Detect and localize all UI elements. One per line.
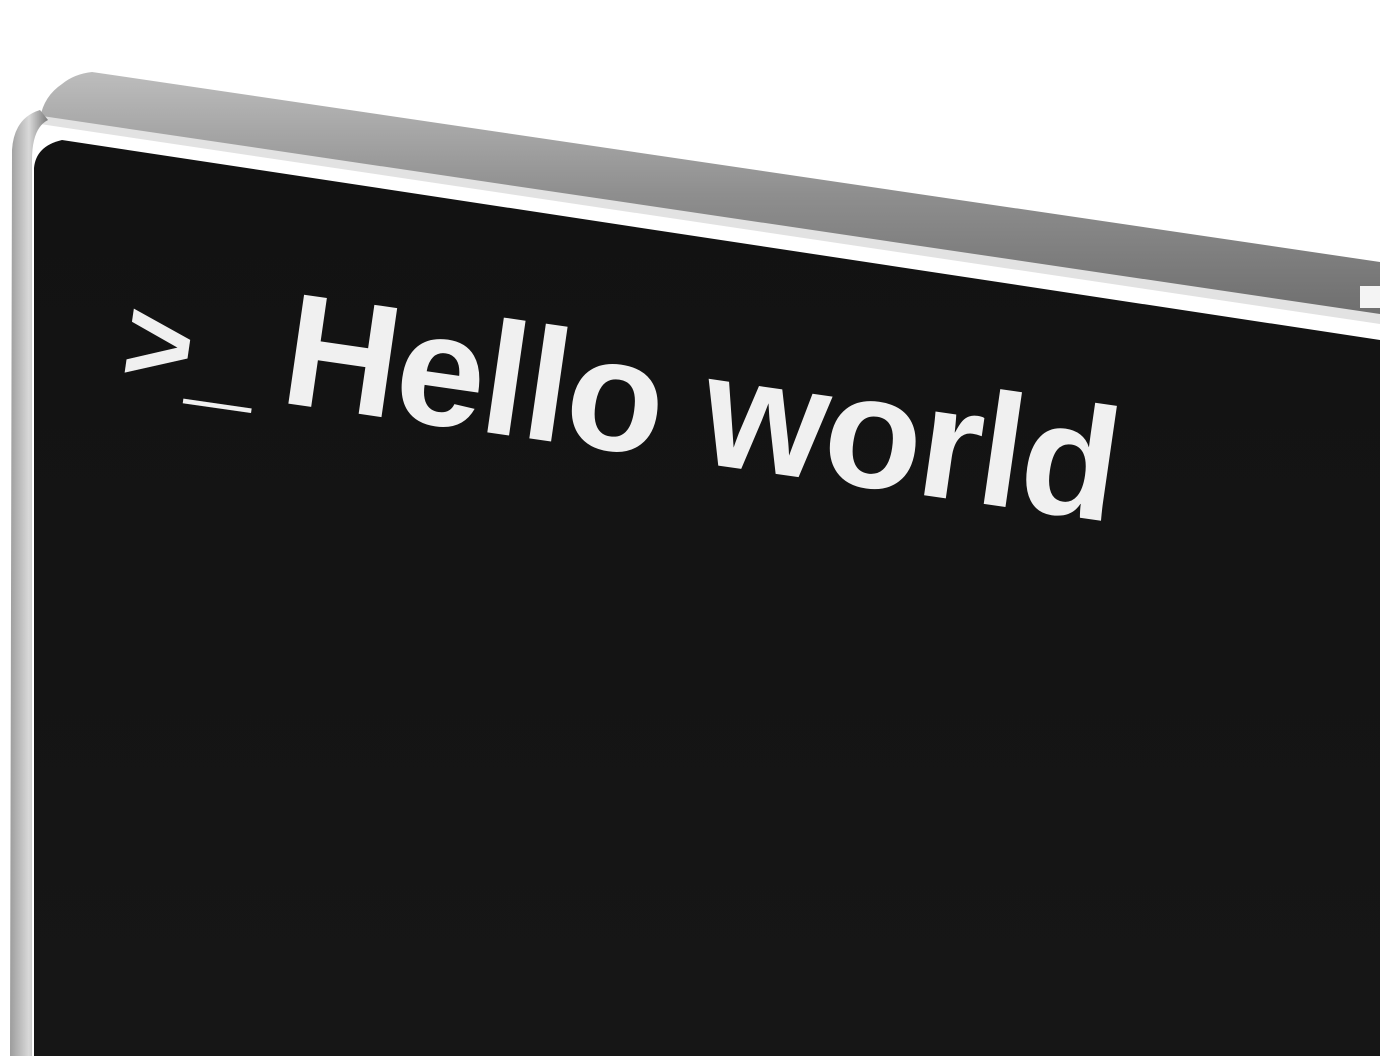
terminal-device: >_Hello world: [10, 72, 1380, 1056]
terminal-device-scene: >_Hello world: [0, 0, 1380, 1056]
terminal-prompt-icon: >_: [115, 272, 269, 424]
device-right-edge-marker: [1360, 286, 1380, 308]
